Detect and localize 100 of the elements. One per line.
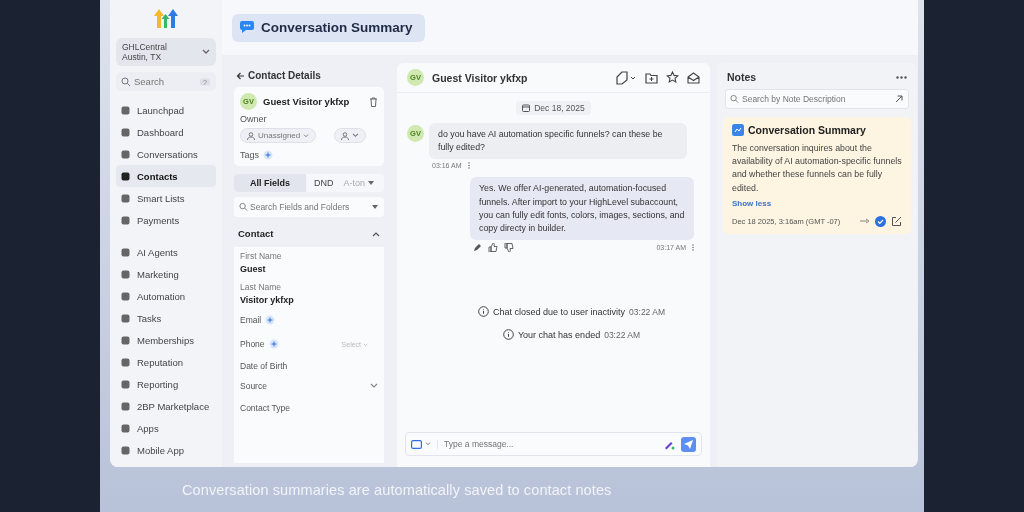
event-time: 03:22 AM [629,306,665,317]
sidebar-item[interactable]: Mobile App [116,439,216,462]
square-icon [121,445,130,455]
sidebar-item[interactable]: Tasks [116,307,216,330]
person-icon [341,131,350,140]
caret-icon[interactable] [368,181,375,185]
square-icon [121,423,130,433]
add-icon[interactable] [265,315,276,325]
check-badge-icon [875,215,886,227]
assignee-dropdown[interactable] [334,128,367,143]
square-icon [121,313,130,323]
account-switcher[interactable]: GHLCentral Austin, TX [116,38,216,67]
field-label: Source [240,381,267,391]
search-icon [730,94,739,104]
sidebar-item[interactable]: Dashboard [116,121,216,144]
field-label: Date of Birth [240,361,289,371]
sidebar-item[interactable]: Contacts [116,165,216,188]
add-icon[interactable] [263,150,273,160]
field-value: Visitor ykfxp [240,295,295,305]
message-composer[interactable]: Type a message... [405,432,702,456]
note-title: Conversation Summary [748,124,866,136]
event-time: 03:22 AM [604,329,641,340]
event-text: Chat closed due to user inactivity [493,306,626,317]
arrows-logo-icon [153,8,179,28]
info-icon [478,306,489,318]
person-icon [247,131,255,140]
sidebar-item[interactable]: Payments [116,209,216,232]
send-icon [684,439,693,449]
sidebar-item[interactable]: Launchpad [116,99,216,122]
sidebar-item[interactable]: Apps [116,417,216,440]
caption: Conversation summaries are automatically saved to contact notes [182,481,612,498]
date-badge: Dec 18, 2025 [516,101,591,115]
summary-icon [732,124,744,136]
message-bubble: Yes. We offer AI-generated, automation-focused funnels. After import to your HighLevel subaccount, you can fully edit fonts, colors, images, sections, and copy directy in builder. [470,177,694,241]
thumbs-up-icon[interactable] [488,243,498,253]
square-icon [121,215,130,225]
message-field[interactable]: Type a message... [444,436,658,452]
back-link[interactable]: Contact Details [234,67,384,87]
field-label: Owner [240,114,268,124]
channel-dropdown[interactable] [411,439,438,449]
field-label: Last Name [240,282,283,292]
star-icon[interactable] [666,71,679,84]
field-label: Email [240,315,262,325]
envelope-open-icon[interactable] [687,71,700,84]
square-icon [121,247,130,257]
tab[interactable]: DND [306,174,342,192]
sidebar-item[interactable]: AI Agents [116,241,216,264]
arrow-up-right-icon [895,95,903,103]
field-label: Tags [240,150,259,160]
edit-icon[interactable] [891,215,902,227]
square-icon [121,401,130,411]
square-icon [121,105,130,115]
field-label: First Name [240,251,283,261]
back-arrow-icon [236,71,245,80]
field-label: Contact Type [240,403,291,413]
trash-icon[interactable] [369,96,378,107]
send-button[interactable] [681,436,696,452]
info-icon [502,329,514,341]
chevron-down-icon [363,342,368,347]
tab[interactable]: All Fields [234,174,306,192]
sidebar-item[interactable]: Memberships [116,329,216,352]
search-field[interactable]: Search by Note Description [725,89,909,109]
panel-title: Notes [727,71,757,83]
square-icon [121,335,130,345]
pen-icon[interactable] [473,243,482,253]
square-icon [121,171,130,181]
chevron-down-icon [425,442,431,446]
sidebar-item[interactable]: Marketing [116,263,216,286]
field-value: Guest [240,264,267,274]
field-label: Phone [240,339,265,349]
sidebar-item[interactable]: Conversations [116,143,216,166]
square-icon [121,149,130,159]
chevron-down-icon [303,133,310,138]
owner-dropdown[interactable]: Unassigned [240,128,317,143]
sidebar-item[interactable]: Reputation [116,351,216,374]
folder-plus-icon[interactable] [645,71,658,84]
more-icon[interactable] [896,75,907,79]
search-icon [121,76,131,87]
chevron-down-icon[interactable] [370,383,378,389]
contact-name: Guest Visitor ykfxp [432,71,528,84]
show-less-link[interactable]: Show less [732,198,772,208]
sidebar-item[interactable]: Automation [116,285,216,308]
contact-name: Guest Visitor ykfxp [263,96,351,107]
chat-bubble-icon [240,21,254,33]
search-field[interactable]: Search Fields and Folders [234,197,384,217]
event-text: Your chat has ended [517,329,601,340]
sidebar-item[interactable]: Reporting [116,373,216,396]
page-title: Conversation Summary [232,13,425,42]
square-icon [121,269,130,279]
sidebar-item[interactable]: 2BP Marketplace [116,395,216,418]
calendar-icon [522,104,531,112]
thumbs-down-icon[interactable] [504,243,514,253]
add-icon[interactable] [268,339,279,349]
square-icon [121,127,130,137]
tag-icon[interactable] [615,70,637,85]
chevron-down-icon [202,49,210,56]
sidebar-item[interactable]: Smart Lists [116,187,216,210]
chevron-icon [372,230,380,237]
square-icon [121,291,130,301]
chat-window-icon [411,439,422,449]
